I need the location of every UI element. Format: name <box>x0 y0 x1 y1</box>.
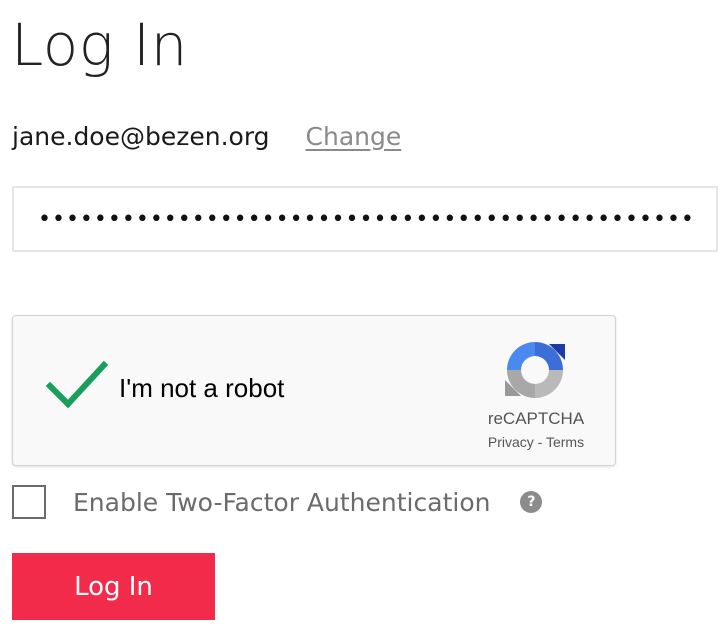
recaptcha-brand-label: reCAPTCHA <box>487 409 585 428</box>
page-title: Log In <box>11 11 188 79</box>
recaptcha-links: Privacy - Terms <box>479 434 593 450</box>
recaptcha-logo-icon <box>505 342 565 398</box>
not-a-robot-label: I'm not a robot <box>119 373 285 403</box>
recaptcha-privacy-link[interactable]: Privacy <box>488 434 534 450</box>
recaptcha-widget[interactable]: I'm not a robot reCAPTCHA Privacy - Term… <box>12 315 616 466</box>
checkmark-icon <box>46 360 108 409</box>
help-icon[interactable]: ? <box>520 491 543 513</box>
two-factor-row: Enable Two-Factor Authentication ? <box>12 484 543 520</box>
two-factor-label[interactable]: Enable Two-Factor Authentication <box>73 488 490 517</box>
account-row: jane.doe@bezen.org Change <box>12 116 401 156</box>
account-email: jane.doe@bezen.org <box>12 121 270 151</box>
recaptcha-terms-link[interactable]: Terms <box>546 434 584 450</box>
two-factor-checkbox[interactable] <box>12 485 46 519</box>
recaptcha-links-separator: - <box>533 434 546 450</box>
change-account-link[interactable]: Change <box>306 122 402 151</box>
password-field[interactable] <box>12 186 718 252</box>
login-button[interactable]: Log In <box>12 553 215 620</box>
